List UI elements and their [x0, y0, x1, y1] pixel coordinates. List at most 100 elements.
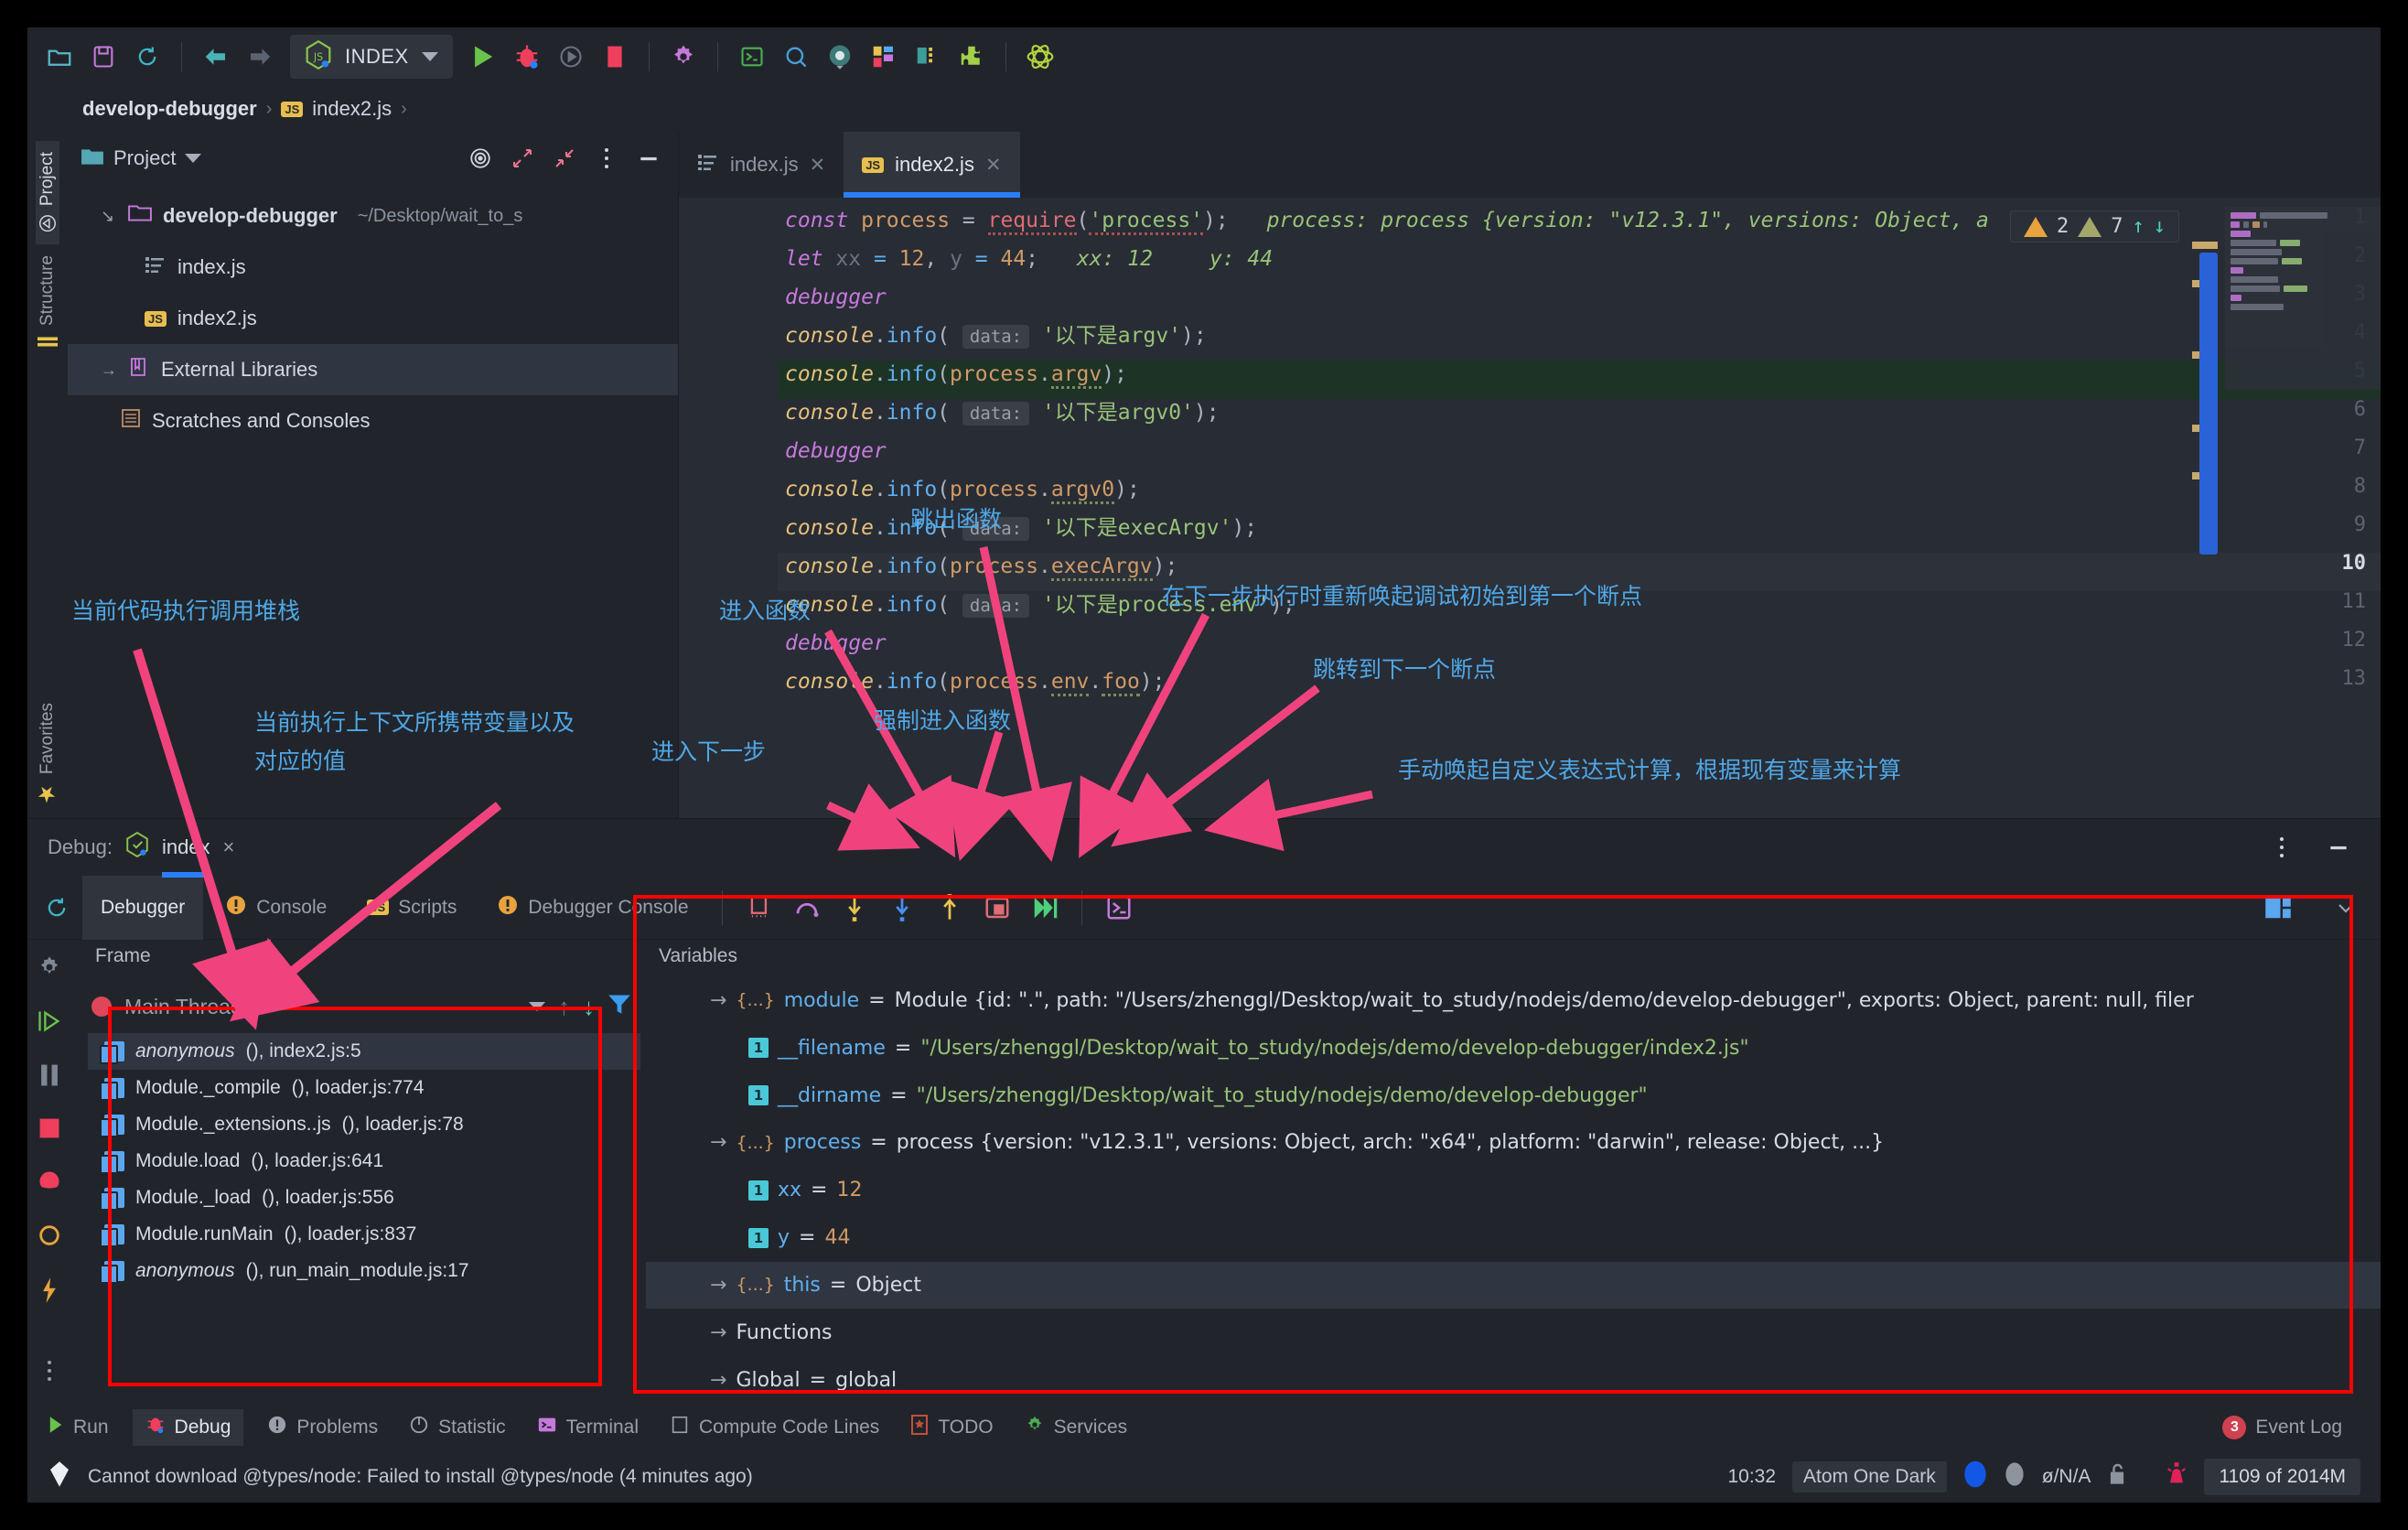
show-execution-point-icon[interactable] — [737, 886, 781, 930]
layout-settings-icon[interactable] — [2256, 886, 2300, 930]
encoding-indicator[interactable]: ø/N/A — [2042, 1466, 2091, 1488]
list-item[interactable]: Module._extensions..js (), loader.js:78 — [88, 1106, 640, 1143]
step-into-icon[interactable] — [833, 886, 876, 930]
expand-arrow-icon[interactable]: → — [710, 1369, 726, 1392]
database-icon[interactable] — [908, 38, 947, 76]
mute-breakpoints-icon[interactable] — [37, 1223, 62, 1253]
chevron-down-icon[interactable] — [421, 52, 438, 61]
tree-item-scratches[interactable]: Scratches and Consoles — [68, 395, 678, 447]
status-item-services[interactable]: Services — [1025, 1415, 1127, 1440]
variable-row-process[interactable]: → {...} process = process {version: "v12… — [646, 1119, 2381, 1167]
variable-row-xx[interactable]: 1 xx = 12 — [646, 1167, 2381, 1214]
variable-row-module[interactable]: → {...} module = Module {id: ".", path: … — [646, 977, 2381, 1025]
variable-row-y[interactable]: 1 y = 44 — [646, 1214, 2381, 1262]
chevron-down-icon[interactable] — [529, 1002, 545, 1011]
thread-selector[interactable]: Main Thread ↑ ↓ — [71, 980, 646, 1033]
expand-arrow-icon[interactable]: → — [710, 1131, 726, 1154]
tree-item-index2-js[interactable]: JS index2.js — [68, 293, 678, 344]
stop-icon[interactable] — [38, 1116, 61, 1145]
expand-arrow-icon[interactable]: → — [710, 989, 726, 1012]
tab-scripts[interactable]: JS Scripts — [349, 876, 475, 940]
expand-arrow-icon[interactable]: → — [710, 1321, 726, 1344]
code-editor[interactable]: 1 2 3 4 5 6 7 8 9 10 11 12 13 const proc… — [679, 198, 2381, 818]
sync-icon[interactable] — [128, 38, 167, 76]
lightning-icon[interactable] — [39, 1277, 59, 1309]
status-item-compute-code-lines[interactable]: Compute Code Lines — [670, 1415, 879, 1440]
theme-indicator[interactable]: Atom One Dark — [1792, 1461, 1947, 1492]
rerun-icon[interactable] — [35, 886, 79, 930]
memory-indicator[interactable]: 1109 of 2014M — [2204, 1459, 2360, 1495]
status-message[interactable]: Cannot download @types/node: Failed to i… — [88, 1466, 753, 1488]
plugin-icon[interactable] — [952, 38, 991, 76]
locate-file-icon[interactable] — [464, 142, 497, 175]
settings-icon[interactable] — [37, 954, 62, 985]
lock-icon[interactable] — [2107, 1462, 2127, 1492]
force-step-into-icon[interactable] — [880, 886, 924, 930]
step-over-icon[interactable] — [785, 886, 829, 930]
save-icon[interactable] — [84, 38, 123, 76]
step-out-icon[interactable] — [928, 886, 972, 930]
variable-row-this[interactable]: → {...} this = Object — [646, 1261, 2381, 1309]
status-item-debug[interactable]: Debug — [132, 1409, 244, 1446]
atom-icon[interactable] — [1021, 38, 1059, 76]
list-item[interactable]: Module._compile (), loader.js:774 — [88, 1070, 640, 1106]
expand-arrow-icon[interactable]: → — [710, 1274, 726, 1297]
variable-row-global[interactable]: → Global = global — [646, 1356, 2381, 1404]
next-problem-icon[interactable]: ↓ — [2154, 215, 2166, 238]
close-icon[interactable]: ✕ — [810, 154, 826, 177]
code-minimap[interactable] — [2225, 207, 2381, 390]
call-stack-list[interactable]: anonymous (), index2.js:5 Module._compile… — [88, 1033, 640, 1391]
list-item[interactable]: anonymous (), run_main_module.js:17 — [88, 1253, 640, 1289]
prev-problem-icon[interactable]: ↑ — [2133, 215, 2145, 238]
variable-row-functions[interactable]: → Functions — [646, 1309, 2381, 1356]
chevron-expanded-icon[interactable]: ↘ — [101, 207, 117, 226]
run-configuration-selector[interactable]: JS INDEX — [290, 35, 453, 79]
status-item-event-log[interactable]: 3 Event Log — [2222, 1416, 2342, 1439]
inspect-icon[interactable] — [821, 38, 859, 76]
list-item[interactable]: anonymous (), index2.js:5 — [88, 1033, 640, 1070]
tree-item-external-libraries[interactable]: → External Libraries — [68, 344, 678, 395]
variable-row-dirname[interactable]: 1 __dirname = "/Users/zhenggl/Desktop/wa… — [646, 1072, 2381, 1119]
forward-arrow-icon[interactable] — [241, 38, 279, 76]
status-item-problems[interactable]: Problems — [267, 1415, 378, 1440]
tree-item-develop-debugger[interactable]: ↘ develop-debugger ~/Desktop/wait_to_s — [68, 190, 678, 242]
terminal-icon[interactable] — [733, 38, 771, 76]
hide-panel-icon[interactable] — [2317, 825, 2360, 869]
tab-console[interactable]: Console — [207, 876, 345, 940]
view-breakpoints-icon[interactable] — [37, 1169, 62, 1199]
status-item-terminal[interactable]: Terminal — [537, 1415, 639, 1440]
more-options-icon[interactable] — [46, 1359, 53, 1387]
close-icon[interactable]: ✕ — [985, 154, 1002, 177]
editor-scrollbar-thumb[interactable] — [2199, 253, 2218, 555]
search-icon[interactable] — [777, 38, 815, 76]
run-to-cursor-icon[interactable] — [1023, 886, 1067, 930]
stop-icon[interactable] — [596, 38, 634, 76]
list-item[interactable]: Module.load (), loader.js:641 — [88, 1143, 640, 1180]
status-item-run[interactable]: Run — [48, 1416, 109, 1439]
frame-down-icon[interactable]: ↓ — [583, 993, 595, 1021]
run-icon[interactable] — [464, 38, 502, 76]
sidebar-tab-project[interactable]: Project — [36, 141, 59, 245]
hide-panel-icon[interactable] — [632, 142, 665, 175]
settings-icon[interactable] — [664, 38, 703, 76]
tab-debugger[interactable]: Debugger — [82, 875, 204, 940]
filter-icon[interactable] — [607, 993, 631, 1020]
debug-session-name[interactable]: index — [161, 835, 210, 878]
collapse-debug-icon[interactable] — [2324, 886, 2368, 930]
drop-frame-icon[interactable] — [975, 886, 1019, 930]
run-coverage-icon[interactable] — [552, 38, 590, 76]
collapse-all-icon[interactable] — [548, 142, 581, 175]
variable-row-filename[interactable]: 1 __filename = "/Users/zhenggl/Desktop/w… — [646, 1024, 2381, 1072]
back-arrow-icon[interactable] — [197, 38, 235, 76]
frame-up-icon[interactable]: ↑ — [558, 993, 570, 1021]
close-icon[interactable]: × — [223, 835, 235, 859]
notification-icon[interactable] — [2166, 1461, 2188, 1492]
sidebar-tab-structure[interactable]: Structure — [36, 244, 59, 359]
status-item-todo[interactable]: TODO — [910, 1415, 994, 1440]
inspection-summary[interactable]: 2 7 ↑ ↓ — [2010, 210, 2179, 242]
resume-program-icon[interactable] — [37, 1008, 62, 1039]
more-options-icon[interactable] — [590, 142, 623, 175]
list-item[interactable]: Module.runMain (), loader.js:837 — [88, 1216, 640, 1253]
editor-tab-index-js[interactable]: index.js ✕ — [679, 132, 844, 198]
sidebar-tab-favorites[interactable]: ★ Favorites — [33, 692, 62, 818]
